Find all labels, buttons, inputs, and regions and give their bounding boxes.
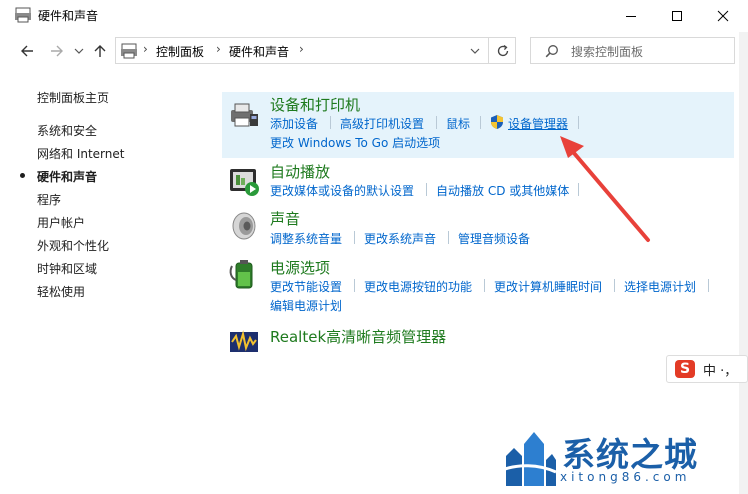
address-dropdown-button[interactable] [465,38,485,63]
link-change-power-saving[interactable]: 更改节能设置 [270,278,342,295]
category-title-realtek[interactable]: Realtek高清晰音频管理器 [270,326,446,347]
control-panel-icon [15,7,31,23]
maximize-button[interactable] [654,0,700,32]
link-separator [426,183,427,196]
minimize-button[interactable] [608,0,654,32]
uac-shield-icon [491,115,503,129]
category-realtek-audio: Realtek高清晰音频管理器 [222,324,734,358]
category-title-power-options[interactable]: 电源选项 [270,257,330,278]
sogou-logo-icon: S [675,360,695,378]
watermark-text: 系统之城 [562,435,698,474]
sidebar-item-hardware-sound[interactable]: 硬件和声音 [37,168,97,185]
title-bar: 硬件和声音 [0,0,748,32]
search-icon [545,45,558,58]
up-button[interactable] [90,41,110,61]
link-choose-power-plan[interactable]: 选择电源计划 [624,278,696,295]
chevron-down-icon [470,48,480,54]
link-adjust-volume[interactable]: 调整系统音量 [270,230,342,247]
link-edit-power-plan[interactable]: 编辑电源计划 [270,297,342,314]
link-separator [708,279,709,292]
link-change-system-sounds[interactable]: 更改系统声音 [364,230,436,247]
arrow-left-icon [21,45,33,57]
breadcrumb-separator-icon: › [143,42,148,56]
link-add-device[interactable]: 添加设备 [270,115,318,132]
search-box[interactable]: 搜索控制面板 [530,37,735,64]
link-separator [448,231,449,244]
arrow-up-icon [94,45,106,57]
link-separator [330,116,331,129]
link-computer-sleep-time[interactable]: 更改计算机睡眠时间 [494,278,602,295]
ime-toolbar[interactable]: S 中 ·， [666,355,748,383]
current-item-bullet [20,173,25,178]
refresh-button[interactable] [488,38,516,63]
breadcrumb-control-panel[interactable]: 控制面板 [156,43,204,60]
link-separator [354,231,355,244]
battery-icon [229,260,253,289]
close-icon [717,10,729,22]
sidebar-item-user-accounts[interactable]: 用户帐户 [37,214,85,231]
breadcrumb-separator-icon: › [299,42,304,56]
recent-locations-button[interactable] [72,41,86,61]
control-panel-icon [121,43,137,59]
link-advanced-printer-settings[interactable]: 高级打印机设置 [340,115,424,132]
refresh-icon [497,44,508,56]
sidebar-item-system-security[interactable]: 系统和安全 [37,122,97,139]
chevron-down-icon [74,48,84,54]
watermark-url: xitong86.com [560,470,691,484]
category-title-autoplay[interactable]: 自动播放 [270,161,330,182]
ime-mode-text: 中 ·， [703,364,738,379]
back-button[interactable] [17,41,37,61]
category-power-options: 电源选项 更改节能设置 更改电源按钮的功能 更改计算机睡眠时间 选择电源计划 编… [222,255,734,315]
sidebar-item-programs[interactable]: 程序 [37,191,61,208]
link-manage-audio-devices[interactable]: 管理音频设备 [458,230,530,247]
close-button[interactable] [700,0,746,32]
link-separator [354,279,355,292]
breadcrumb-separator-icon: › [216,42,221,56]
link-power-button-function[interactable]: 更改电源按钮的功能 [364,278,472,295]
arrow-right-icon [51,45,63,57]
maximize-icon [672,11,682,21]
printer-device-icon [231,103,258,127]
castle-logo-icon [501,432,557,486]
sidebar-item-appearance[interactable]: 外观和个性化 [37,237,109,254]
window-title: 硬件和声音 [38,9,99,23]
link-change-media-defaults[interactable]: 更改媒体或设备的默认设置 [270,182,414,199]
autoplay-icon [230,169,259,196]
sidebar-item-control-panel-home[interactable]: 控制面板主页 [37,89,237,106]
link-separator [480,116,481,129]
sidebar-item-clock-region[interactable]: 时钟和区域 [37,260,97,277]
link-separator [484,279,485,292]
sidebar-item-network-internet[interactable]: 网络和 Internet [37,145,124,162]
realtek-audio-icon [230,330,258,352]
forward-button[interactable] [47,41,67,61]
link-separator [436,116,437,129]
speaker-icon [232,212,256,240]
watermark: 系统之城 xitong86.com [490,418,748,494]
category-title-sound[interactable]: 声音 [270,208,300,229]
link-separator [578,116,579,129]
sidebar-item-ease-of-access[interactable]: 轻松使用 [37,283,85,300]
category-title-devices-printers[interactable]: 设备和打印机 [270,94,360,115]
link-mouse[interactable]: 鼠标 [446,115,470,132]
link-windows-to-go[interactable]: 更改 Windows To Go 启动选项 [270,134,440,151]
link-separator [614,279,615,292]
search-placeholder: 搜索控制面板 [571,45,644,59]
link-device-manager[interactable]: 设备管理器 [508,115,568,132]
minimize-icon [626,16,636,17]
address-bar[interactable]: › 控制面板 › 硬件和声音 › [115,37,516,64]
breadcrumb-hardware-sound[interactable]: 硬件和声音 [229,43,289,60]
annotation-arrow [560,136,650,242]
